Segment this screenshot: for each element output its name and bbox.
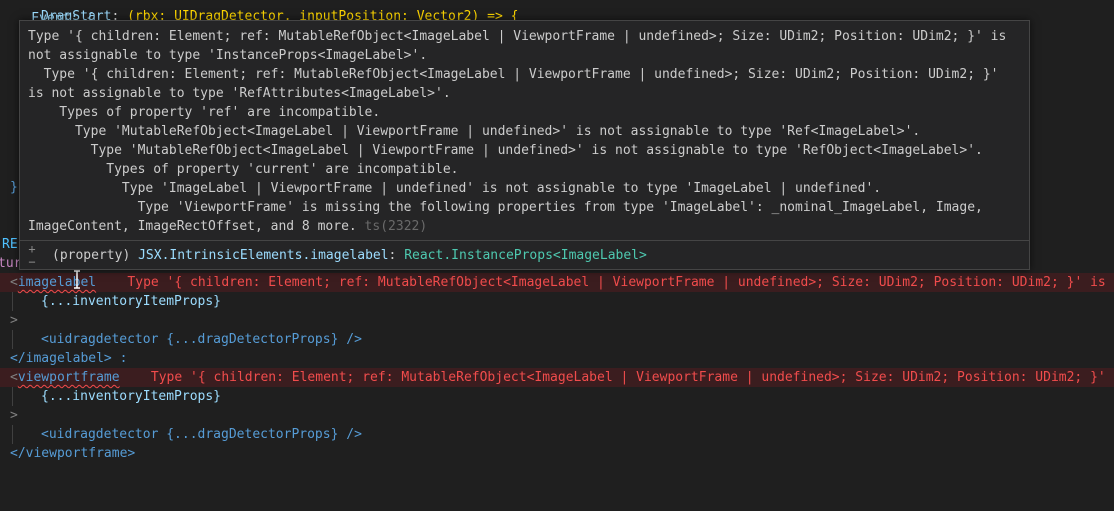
inline-error-message: Type '{ children: Element; ref: MutableR…	[150, 370, 1114, 385]
code-line-viewportframe-open[interactable]: <viewportframe Type '{ children: Element…	[10, 368, 1114, 387]
code-line-imagelabel-close: </imagelabel> :	[10, 349, 127, 368]
tooltip-line: Type 'ImageLabel | ViewportFrame | undef…	[28, 181, 882, 196]
tooltip-line: Types of property 'current' are incompat…	[28, 162, 459, 177]
code-line-gt: >	[10, 406, 18, 425]
code-token: </imagelabel> :	[10, 351, 128, 366]
code-line-uidragdetector: <uidragdetector {...dragDetectorProps} /…	[41, 330, 362, 349]
indent-guide	[12, 387, 13, 406]
tooltip-line: Type '{ children: Element; ref: MutableR…	[28, 29, 1007, 44]
code-token: {...inventoryItemProps}	[41, 389, 222, 404]
collapse-minus-icon[interactable]: −	[24, 256, 40, 269]
tooltip-line-text: ImageContent, ImageRectOffset, and 8 mor…	[28, 219, 357, 234]
tooltip-line: Type 'MutableRefObject<ImageLabel | View…	[28, 124, 921, 139]
error-squiggle-viewportframe[interactable]: viewportframe	[18, 370, 120, 385]
code-line-uidragdetector: <uidragdetector {...dragDetectorProps} /…	[41, 425, 362, 444]
expand-collapse-control[interactable]: + −	[24, 241, 40, 270]
signature-text: (property) JSX.IntrinsicElements.imagela…	[52, 246, 647, 265]
tooltip-line: Type '{ children: Element; ref: MutableR…	[28, 67, 999, 82]
tooltip-error-message: Type '{ children: Element; ref: MutableR…	[28, 27, 1021, 236]
signature-type: React.InstanceProps<ImageLabel>	[404, 248, 647, 263]
signature-sep: :	[388, 248, 405, 263]
code-token: >	[10, 408, 18, 423]
text-cursor-icon	[74, 270, 80, 289]
code-line-gt: >	[10, 311, 18, 330]
code-line-brace: }	[10, 180, 18, 195]
code-token: <uidragdetector {...dragDetectorProps} /…	[41, 427, 362, 442]
code-line-props: {...inventoryItemProps}	[41, 387, 221, 406]
code-line-props: {...inventoryItemProps}	[41, 292, 221, 311]
error-squiggle-imagelabel[interactable]: imagelabel	[18, 275, 96, 290]
hover-tooltip[interactable]: Type '{ children: Element; ref: MutableR…	[19, 20, 1030, 270]
tooltip-signature: + − (property) JSX.IntrinsicElements.ima…	[20, 241, 1029, 270]
tooltip-line: Type 'MutableRefObject<ImageLabel | View…	[28, 143, 983, 158]
code-token: </viewportframe>	[10, 446, 136, 461]
signature-name: JSX.IntrinsicElements.imagelabel	[138, 248, 389, 263]
inline-error-message: Type '{ children: Element; ref: MutableR…	[127, 275, 1114, 290]
error-code[interactable]: ts(2322)	[357, 219, 428, 234]
signature-kind: (property)	[52, 248, 139, 263]
code-line-viewportframe-close: </viewportframe>	[10, 444, 135, 463]
indent-guide	[12, 330, 13, 349]
indent-guide	[12, 292, 13, 311]
code-token: {...inventoryItemProps}	[41, 294, 222, 309]
indent-guide	[12, 425, 13, 444]
tooltip-line-last: ImageContent, ImageRectOffset, and 8 mor…	[28, 217, 1021, 236]
tooltip-line: Types of property 'ref' are incompatible…	[28, 105, 381, 120]
tooltip-line: Type 'ViewportFrame' is missing the foll…	[28, 200, 983, 215]
code-token: <	[10, 275, 18, 290]
tooltip-line: not assignable to type 'InstanceProps<Im…	[28, 48, 428, 63]
code-token: <uidragdetector {...dragDetectorProps} /…	[41, 332, 362, 347]
tooltip-line: is not assignable to type 'RefAttributes…	[28, 86, 451, 101]
code-token: <	[10, 370, 18, 385]
code-token: >	[10, 313, 18, 328]
code-line-imagelabel-open[interactable]: <imagelabel Type '{ children: Element; r…	[10, 273, 1114, 292]
code-line-re: RE	[2, 237, 18, 252]
